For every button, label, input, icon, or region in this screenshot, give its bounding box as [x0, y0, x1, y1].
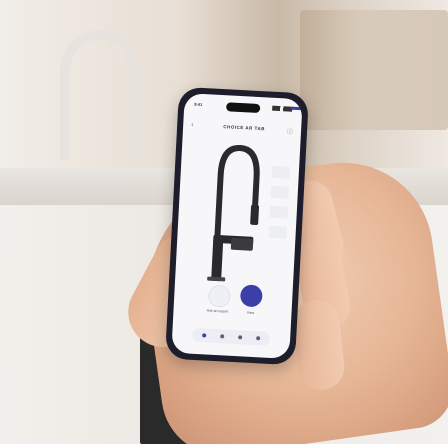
info-icon[interactable]: ⓘ — [287, 126, 293, 135]
home-icon[interactable] — [202, 333, 207, 338]
background-faucet — [60, 30, 140, 160]
ar-icon[interactable] — [239, 284, 263, 308]
control-label: View — [246, 310, 255, 316]
finish-option[interactable] — [270, 185, 290, 199]
finish-options — [268, 165, 291, 247]
chevron-left-icon[interactable]: ‹ — [191, 121, 194, 128]
finish-option[interactable] — [269, 205, 289, 219]
photo-scene: 9:41 ‹ CHOICE AR TAB ⓘ Ask an expert Vie… — [0, 0, 448, 444]
bottom-nav — [191, 327, 271, 346]
accent-bar — [290, 106, 303, 111]
app-title: CHOICE AR TAB — [223, 124, 266, 132]
faucet-3d-model[interactable] — [189, 134, 277, 288]
camera-icon[interactable] — [207, 284, 231, 308]
cart-icon[interactable] — [220, 334, 225, 339]
heart-icon[interactable] — [238, 335, 243, 340]
finish-option[interactable] — [271, 165, 291, 179]
smartphone: 9:41 ‹ CHOICE AR TAB ⓘ Ask an expert Vie… — [164, 86, 310, 366]
control-label: Ask an expert — [206, 308, 229, 314]
finish-option[interactable] — [268, 225, 288, 239]
status-time: 9:41 — [194, 101, 203, 108]
phone-screen: 9:41 ‹ CHOICE AR TAB ⓘ Ask an expert Vie… — [171, 93, 303, 359]
controls: Ask an expert View — [185, 283, 283, 328]
user-icon[interactable] — [256, 336, 261, 341]
status-bar: 9:41 — [194, 101, 293, 115]
wooden-shelf — [300, 10, 448, 130]
